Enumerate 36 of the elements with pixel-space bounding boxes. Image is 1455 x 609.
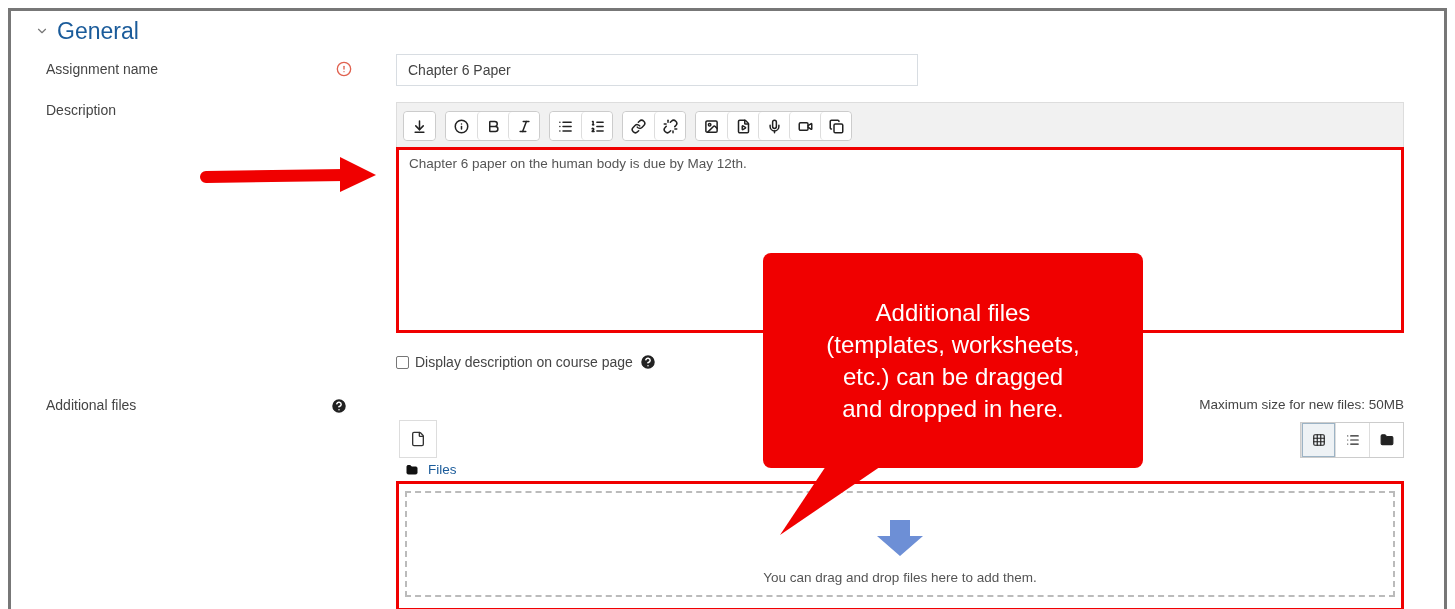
required-icon — [336, 61, 352, 77]
unlink-button[interactable] — [654, 112, 685, 140]
folder-icon — [406, 463, 418, 476]
down-arrow-icon — [877, 520, 923, 556]
checkbox[interactable] — [396, 355, 409, 369]
checkbox-label: Display description on course page — [415, 354, 633, 370]
numbers-icon — [589, 118, 605, 134]
copy-icon — [828, 118, 844, 134]
file-icon — [410, 431, 426, 447]
section-title: General — [57, 17, 139, 45]
files-link[interactable]: Files — [428, 462, 457, 477]
grid-icon — [1311, 433, 1326, 447]
drop-hint: You can drag and drop files here to add them. — [763, 570, 1037, 585]
info-icon — [454, 118, 469, 134]
field-label: Description — [45, 102, 118, 118]
help-icon[interactable] — [330, 397, 348, 415]
collapse-button[interactable] — [404, 112, 435, 140]
italic-icon — [516, 118, 532, 134]
copy-button[interactable] — [820, 112, 851, 140]
add-file-button[interactable] — [399, 420, 437, 458]
folder-icon — [1379, 433, 1394, 447]
media-icon — [735, 118, 751, 134]
link-icon — [631, 118, 646, 134]
audio-icon — [766, 118, 782, 134]
field-label: Additional files — [45, 397, 138, 413]
bullets-icon — [558, 118, 573, 134]
unlink-icon — [662, 118, 678, 134]
numbers-button[interactable] — [581, 112, 612, 140]
max-size-text: Maximum size for new files: 50MB — [1199, 397, 1404, 412]
image-icon — [704, 118, 719, 134]
help-icon[interactable] — [638, 353, 657, 371]
list-icon — [1345, 433, 1360, 447]
italic-button[interactable] — [508, 112, 539, 140]
field-label: Assignment name — [45, 61, 160, 77]
input-field[interactable]: Chapter 6 Paper — [396, 54, 918, 86]
icons-view-button[interactable] — [1301, 423, 1335, 457]
